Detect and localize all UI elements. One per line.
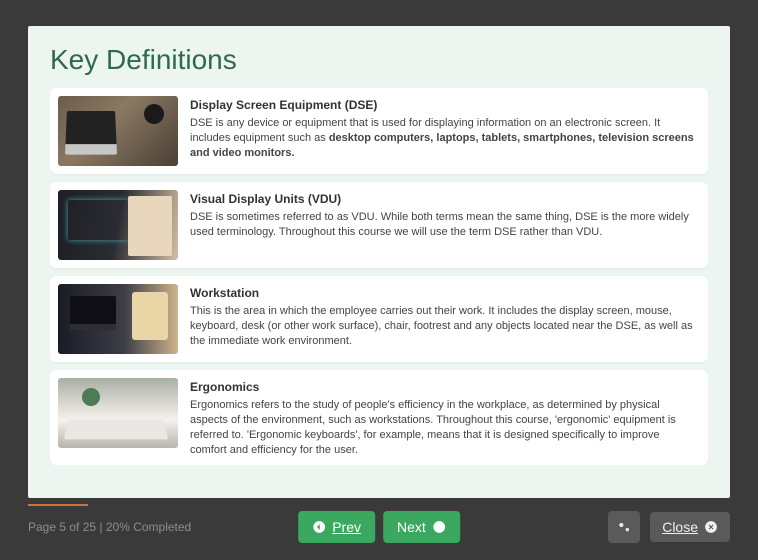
next-button[interactable]: Next	[383, 511, 460, 543]
right-controls: Close	[608, 511, 730, 543]
card-text: Visual Display Units (VDU) DSE is someti…	[190, 190, 696, 240]
card-thumbnail	[58, 284, 178, 354]
card-title: Ergonomics	[190, 380, 696, 394]
progress-indicator	[28, 504, 88, 506]
card-body: This is the area in which the employee c…	[190, 304, 696, 349]
definition-card: Display Screen Equipment (DSE) DSE is an…	[50, 88, 708, 174]
card-body: DSE is any device or equipment that is u…	[190, 116, 696, 161]
footer: Page 5 of 25 | 20% Completed Prev Next	[28, 508, 730, 546]
card-title: Display Screen Equipment (DSE)	[190, 98, 696, 112]
definition-card: Ergonomics Ergonomics refers to the stud…	[50, 370, 708, 465]
card-text: Ergonomics Ergonomics refers to the stud…	[190, 378, 696, 457]
card-text: Display Screen Equipment (DSE) DSE is an…	[190, 96, 696, 161]
definition-list: Display Screen Equipment (DSE) DSE is an…	[50, 88, 708, 465]
definition-card: Visual Display Units (VDU) DSE is someti…	[50, 182, 708, 268]
card-thumbnail	[58, 378, 178, 448]
card-thumbnail	[58, 96, 178, 166]
card-body: DSE is sometimes referred to as VDU. Whi…	[190, 210, 696, 240]
card-text: Workstation This is the area in which th…	[190, 284, 696, 349]
card-title: Visual Display Units (VDU)	[190, 192, 696, 206]
card-body: Ergonomics refers to the study of people…	[190, 398, 696, 457]
arrow-right-icon	[432, 520, 446, 534]
close-label: Close	[662, 519, 698, 535]
prev-button[interactable]: Prev	[298, 511, 375, 543]
content-panel: Key Definitions Display Screen Equipment…	[28, 26, 730, 498]
nav-buttons: Prev Next	[298, 511, 460, 543]
close-button[interactable]: Close	[650, 512, 730, 542]
page-status: Page 5 of 25 | 20% Completed	[28, 520, 191, 534]
prev-label: Prev	[332, 519, 361, 535]
page-title: Key Definitions	[50, 44, 708, 76]
arrow-left-icon	[312, 520, 326, 534]
gears-icon	[616, 519, 632, 535]
next-label: Next	[397, 519, 426, 535]
settings-button[interactable]	[608, 511, 640, 543]
card-thumbnail	[58, 190, 178, 260]
close-icon	[704, 520, 718, 534]
card-title: Workstation	[190, 286, 696, 300]
definition-card: Workstation This is the area in which th…	[50, 276, 708, 362]
